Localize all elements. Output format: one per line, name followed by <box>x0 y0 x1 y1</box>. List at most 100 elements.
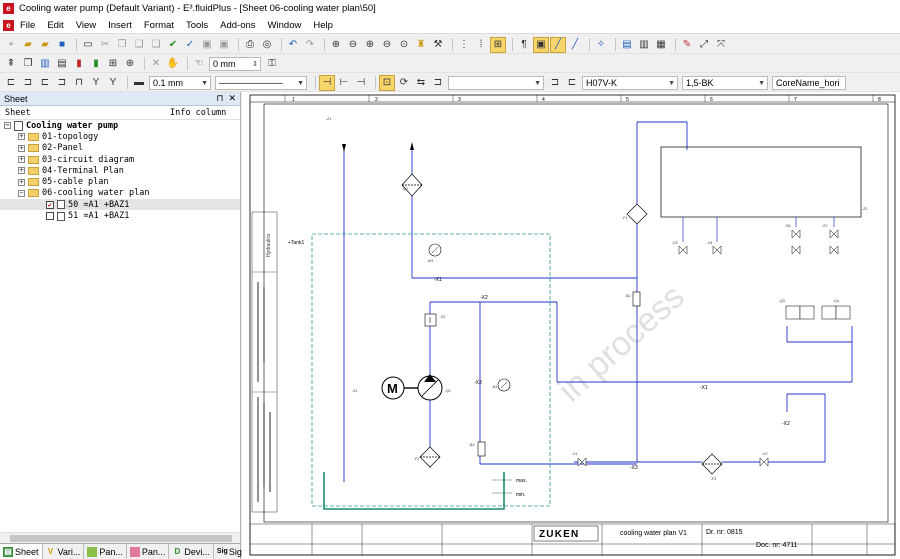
drawing-canvas[interactable]: 1 2 3 4 5 6 7 8 Hydraulics ZUKEN cooling… <box>242 92 900 559</box>
route-icon[interactable]: ⊡ <box>379 74 395 91</box>
window-list-icon[interactable]: ▦ <box>654 38 668 52</box>
cable-icon[interactable]: ⊞ <box>106 57 120 71</box>
scroll-thumb[interactable] <box>10 535 232 542</box>
expand-icon[interactable]: + <box>18 167 25 175</box>
expand-icon[interactable]: + <box>18 156 25 164</box>
pan-icon[interactable]: ☜ <box>192 57 206 71</box>
fork2-icon[interactable]: Y <box>106 76 120 90</box>
menu-window[interactable]: Window <box>262 20 308 31</box>
wire-mode3-icon[interactable]: ⊣ <box>354 76 368 90</box>
settings-icon[interactable]: ◎ <box>260 38 274 52</box>
node4-icon[interactable]: ⊐ <box>55 76 69 90</box>
target-icon[interactable]: ⊕ <box>123 57 137 71</box>
horizontal-scrollbar[interactable] <box>0 532 240 543</box>
zoom-window-icon[interactable]: ⊕ <box>329 38 343 52</box>
zoom-previous-icon[interactable]: ⊖ <box>346 38 360 52</box>
window-split-icon[interactable]: ▥ <box>637 38 651 52</box>
tab-devices[interactable]: D Devi... <box>169 544 214 559</box>
cross-icon[interactable]: ✕ <box>149 57 163 71</box>
net-icon[interactable]: ⊐ <box>548 76 562 90</box>
tree-folder[interactable]: +03-circuit diagram <box>0 154 240 165</box>
new-icon[interactable]: ▫ <box>4 38 18 52</box>
copy-icon[interactable]: ❐ <box>115 38 129 52</box>
open-project-icon[interactable]: ▰ <box>38 38 52 52</box>
tab-panel2[interactable]: Pan... <box>127 544 170 559</box>
text-type-select[interactable]: CoreName_hori <box>772 75 846 90</box>
cut-icon[interactable]: ✂ <box>98 38 112 52</box>
tree-sheet[interactable]: 51 =A1 +BAZ1 <box>0 210 240 221</box>
menu-edit[interactable]: Edit <box>41 20 69 31</box>
connector-icon[interactable]: ▮ <box>89 57 103 71</box>
tree-sheet-selected[interactable]: ✔ 50 =A1 +BAZ1 <box>0 199 240 211</box>
cable-type-select[interactable]: H07V-K ▼ <box>582 75 678 90</box>
check-icon[interactable]: ✔ <box>166 38 180 52</box>
tree-folder[interactable]: +04-Terminal Plan <box>0 165 240 176</box>
close-icon[interactable]: ✕ <box>228 93 236 103</box>
copy-format-icon[interactable]: ❐ <box>21 57 35 71</box>
tree-folder[interactable]: +01-topology <box>0 131 240 142</box>
tree-root[interactable]: − Cooling water pump <box>0 120 240 131</box>
window-cascade-icon[interactable]: ▤ <box>620 38 634 52</box>
tab-variants[interactable]: V Vari... <box>43 544 85 559</box>
collapse-icon[interactable]: − <box>4 122 11 130</box>
draw-line-icon[interactable]: ╱ <box>568 38 582 52</box>
menu-insert[interactable]: Insert <box>102 20 138 31</box>
replace-icon[interactable]: ▣ <box>217 38 231 52</box>
tree-folder[interactable]: +05-cable plan <box>0 176 240 187</box>
net-select[interactable]: ▼ <box>448 75 544 90</box>
col-sheet[interactable]: Sheet <box>0 108 165 118</box>
zoom-fit-icon[interactable]: ⊙ <box>397 38 411 52</box>
line-width-icon[interactable]: ▬ <box>132 76 146 90</box>
zoom-in-icon[interactable]: ⊕ <box>363 38 377 52</box>
node5-icon[interactable]: ⊓ <box>72 76 86 90</box>
measure-icon[interactable]: ✎ <box>680 38 694 52</box>
core-select[interactable]: 1,5-BK ▼ <box>682 75 768 90</box>
node-icon[interactable]: ⊏ <box>4 76 18 90</box>
net2-icon[interactable]: ⊏ <box>565 76 579 90</box>
binoculars-icon[interactable]: ♜ <box>414 38 428 52</box>
save-icon[interactable]: ■ <box>55 38 69 52</box>
checkbox[interactable] <box>46 212 54 221</box>
wire-mode2-icon[interactable]: ⊢ <box>337 76 351 90</box>
menu-file[interactable]: File <box>14 20 41 31</box>
tab-panel[interactable]: Pan... <box>84 544 127 559</box>
line-tool-icon[interactable]: ╱ <box>550 36 566 53</box>
snap-grid-icon[interactable]: ⊞ <box>490 36 506 53</box>
tree-folder[interactable]: − 06-cooling water plan <box>0 188 240 199</box>
dimension-icon[interactable]: ⤢ <box>697 38 711 52</box>
tools-icon[interactable]: ⚒ <box>431 38 445 52</box>
terminal-icon[interactable]: ▮ <box>72 57 86 71</box>
connect-icon[interactable]: ✧ <box>594 38 608 52</box>
symbol-icon[interactable]: ▤ <box>55 57 69 71</box>
document-menu-icon[interactable]: e <box>3 19 14 31</box>
node3-icon[interactable]: ⊏ <box>38 76 52 90</box>
line-width-select[interactable]: 0.1 mm ▼ <box>149 75 211 90</box>
grid-icon[interactable]: ⋮ <box>457 38 471 52</box>
checkbox-checked[interactable]: ✔ <box>46 200 54 209</box>
menu-tools[interactable]: Tools <box>180 20 214 31</box>
expand-icon[interactable]: + <box>18 133 25 141</box>
find-icon[interactable]: ▣ <box>200 38 214 52</box>
open-icon[interactable]: ▰ <box>21 38 35 52</box>
print-preview-icon[interactable]: ▭ <box>81 38 95 52</box>
picture-icon[interactable]: ▣ <box>533 36 549 53</box>
paste-icon[interactable]: ❏ <box>132 38 146 52</box>
col-info[interactable]: Info column <box>165 108 226 118</box>
flip-icon[interactable]: ⇆ <box>414 76 428 90</box>
align-icon[interactable]: ⇞ <box>4 57 18 71</box>
menu-addons[interactable]: Add-ons <box>214 20 261 31</box>
node2-icon[interactable]: ⊐ <box>21 76 35 90</box>
offset-field[interactable]: 0 mm ⇕ <box>209 56 261 71</box>
tree-folder[interactable]: +02-Panel <box>0 143 240 154</box>
collapse-icon[interactable]: − <box>18 189 25 197</box>
zoom-out-icon[interactable]: ⊖ <box>380 38 394 52</box>
grid-dots-icon[interactable]: ⁞ <box>474 38 488 52</box>
redo-icon[interactable]: ↷ <box>303 38 317 52</box>
tab-sheet[interactable]: ▤ Sheet <box>0 544 43 559</box>
expand-icon[interactable]: + <box>18 178 25 186</box>
spellcheck-icon[interactable]: ✓ <box>183 38 197 52</box>
undo-icon[interactable]: ↶ <box>286 38 300 52</box>
paragraph-icon[interactable]: ¶ <box>517 38 531 52</box>
ruler-icon[interactable]: ⤧ <box>714 38 728 52</box>
fork-icon[interactable]: Y <box>89 76 103 90</box>
